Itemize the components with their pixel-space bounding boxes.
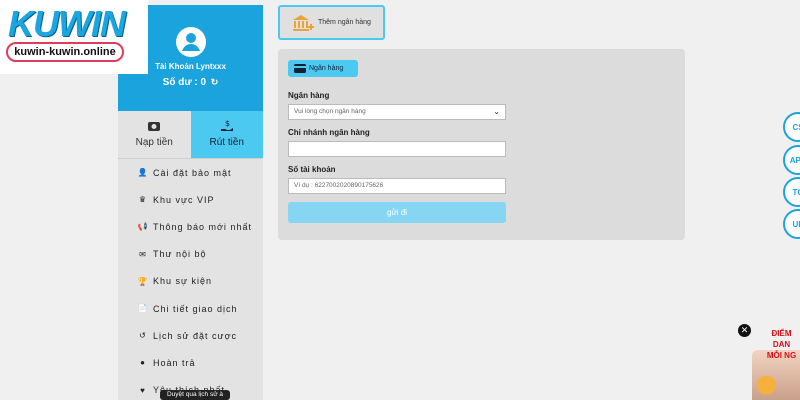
- menu-list: 👤 Cài đặt bảo mật ♛ Khu vực VIP 📢 Thông báo…: [118, 159, 263, 400]
- menu-item-label: Hoàn trả: [153, 357, 196, 368]
- menu-item-label: Thư nội bộ: [153, 249, 207, 260]
- bank-select-value: Vui lòng chọn ngân hàng: [294, 108, 366, 115]
- support-float-button[interactable]: CS: [783, 112, 800, 142]
- app-label: APP: [789, 155, 800, 165]
- hand-money-icon: $: [220, 119, 233, 131]
- tab-deposit-label: Nạp tiền: [135, 137, 173, 148]
- balance-value: 0: [200, 77, 207, 88]
- tab-deposit[interactable]: Nạp tiền: [118, 111, 191, 158]
- menu-item-label: Khu vực VIP: [153, 194, 215, 205]
- user-lock-icon: 👤: [137, 168, 149, 178]
- menu-item-rebate[interactable]: ● Hoàn trả: [118, 349, 263, 376]
- submit-button[interactable]: gửi đi: [288, 202, 506, 223]
- close-icon[interactable]: ✕: [738, 324, 751, 337]
- megaphone-icon: 📢: [137, 222, 149, 232]
- menu-item-label: Lịch sử đặt cược: [153, 330, 237, 341]
- menu-item-transactions[interactable]: 📄 Chi tiết giao dịch: [118, 295, 263, 322]
- bank-plus-icon: [293, 14, 314, 31]
- fund-tabs: Nạp tiền $ Rút tiền: [118, 111, 263, 159]
- history-icon: ↺: [139, 331, 147, 341]
- refresh-icon[interactable]: ↻: [211, 77, 219, 87]
- balance-display: Số dư : 0 ↻: [118, 77, 263, 88]
- tab-withdraw[interactable]: $ Rút tiền: [190, 111, 263, 158]
- branch-field-label: Chi nhánh ngân hàng: [288, 128, 370, 137]
- user-avatar-icon: [176, 27, 206, 57]
- menu-item-bet-history[interactable]: ↺ Lịch sử đặt cược: [118, 322, 263, 349]
- account-number-placeholder: Ví dụ : 6227002020890175626: [294, 182, 384, 189]
- svg-text:$: $: [225, 119, 230, 128]
- wallet-icon: [148, 122, 161, 131]
- account-number-input[interactable]: Ví dụ : 6227002020890175626: [288, 178, 506, 194]
- promo-line-1: ĐIỂM DAN: [771, 329, 792, 349]
- withdraw-form-panel: Ngân hàng Ngân hàng Vui lòng chọn ngân h…: [278, 49, 685, 240]
- promo-line-2: MỖI NG: [766, 351, 797, 360]
- menu-item-vip[interactable]: ♛ Khu vực VIP: [118, 186, 263, 213]
- telegram-label: TG: [792, 187, 800, 197]
- menu-item-label: Cài đặt bảo mật: [153, 167, 232, 178]
- bank-field-label: Ngân hàng: [288, 91, 330, 100]
- support-label: CS: [792, 122, 800, 132]
- scroll-top-button[interactable]: UP: [783, 209, 800, 239]
- chevron-down-icon: ⌄: [493, 107, 500, 116]
- telegram-float-button[interactable]: TG: [783, 177, 800, 207]
- document-icon: 📄: [137, 304, 149, 314]
- card-icon: [294, 64, 306, 73]
- brand-logo[interactable]: KUWIN kuwin-kuwin.online: [0, 0, 148, 74]
- promo-text: ĐIỂM DAN MỖI NG: [763, 328, 800, 361]
- scroll-top-label: UP: [792, 219, 800, 229]
- history-tooltip: Duyệt qua lịch sử à: [160, 390, 230, 400]
- logo-brand-text: KUWIN: [8, 3, 126, 44]
- menu-item-label: Chi tiết giao dịch: [153, 303, 238, 314]
- app-float-button[interactable]: APP: [783, 145, 800, 175]
- mail-icon: ✉: [139, 249, 147, 259]
- balance-label: Số dư :: [162, 77, 198, 88]
- heart-icon: ♥: [140, 385, 146, 395]
- tab-withdraw-label: Rút tiền: [209, 137, 244, 148]
- coin-icon: ●: [140, 358, 146, 368]
- trophy-icon: 🏆: [137, 276, 149, 286]
- bank-tab-label: Ngân hàng: [309, 65, 344, 72]
- menu-item-security[interactable]: 👤 Cài đặt bảo mật: [118, 159, 263, 186]
- menu-item-notifications[interactable]: 📢 Thông báo mới nhất: [118, 213, 263, 240]
- crown-icon: ♛: [138, 195, 148, 205]
- menu-item-label: Khu sự kiện: [153, 276, 213, 287]
- add-bank-label: Thêm ngân hàng: [318, 19, 371, 26]
- branch-input[interactable]: [288, 141, 506, 157]
- account-number-label: Số tài khoản: [288, 165, 336, 174]
- menu-item-label: Thông báo mới nhất: [153, 221, 252, 232]
- menu-item-events[interactable]: 🏆 Khu sự kiện: [118, 268, 263, 295]
- bank-select[interactable]: Vui lòng chọn ngân hàng ⌄: [288, 104, 506, 120]
- logo-url-badge: kuwin-kuwin.online: [6, 42, 124, 62]
- menu-item-inbox[interactable]: ✉ Thư nội bộ: [118, 241, 263, 268]
- bank-tab-pill[interactable]: Ngân hàng: [288, 60, 358, 77]
- add-bank-button[interactable]: Thêm ngân hàng: [278, 5, 385, 40]
